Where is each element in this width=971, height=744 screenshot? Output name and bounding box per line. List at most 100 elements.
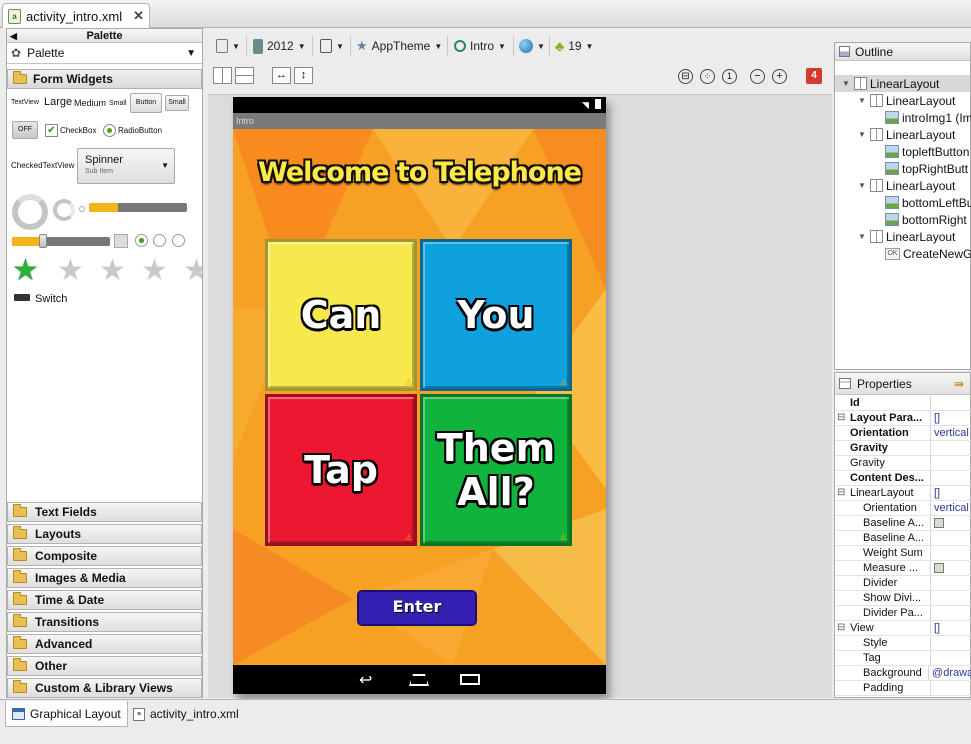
checkbox-icon[interactable] — [934, 518, 944, 528]
property-row[interactable]: Show Divi... — [835, 591, 971, 606]
property-value[interactable] — [931, 681, 934, 695]
property-value[interactable]: [] — [931, 486, 940, 500]
widget-small-button[interactable]: Small — [165, 95, 189, 111]
layout-horizontal-icon[interactable] — [213, 67, 232, 84]
zoom-in-icon[interactable]: + — [772, 69, 787, 84]
progress-medium-icon[interactable] — [53, 199, 75, 221]
property-row[interactable]: Measure ... — [835, 561, 971, 576]
property-value[interactable]: @drawa — [929, 666, 971, 680]
close-icon[interactable]: ✕ — [133, 8, 144, 24]
locale-chooser[interactable]: ▼ — [519, 37, 545, 55]
property-value[interactable] — [931, 531, 934, 545]
error-count-badge[interactable]: 4 — [806, 68, 822, 84]
property-row[interactable]: Baseline A... — [835, 531, 971, 546]
radio-off-icon[interactable] — [153, 234, 166, 247]
tree-item[interactable]: topRightButt — [885, 160, 968, 177]
zoom-fit-icon[interactable]: ⊟ — [678, 69, 693, 84]
category-text-fields[interactable]: Text Fields — [7, 502, 202, 522]
back-icon[interactable]: ↩ — [359, 670, 372, 690]
seekbar-thumb[interactable] — [39, 234, 47, 248]
property-value[interactable] — [931, 471, 934, 485]
property-value[interactable] — [931, 561, 944, 575]
property-row[interactable]: View[] ⊟ — [835, 621, 971, 636]
widget-button[interactable]: Button — [130, 93, 162, 113]
tree-item[interactable]: ▼ LinearLayout — [857, 228, 955, 245]
property-row[interactable]: Orientation vertical — [835, 426, 971, 441]
property-value[interactable] — [931, 456, 934, 470]
property-row[interactable]: Content Des... — [835, 471, 971, 486]
file-tab[interactable]: a activity_intro.xml ✕ — [2, 3, 150, 28]
expand-icon[interactable]: ▼ — [857, 232, 867, 241]
home-icon[interactable] — [409, 674, 429, 686]
property-value[interactable] — [931, 516, 944, 530]
progress-large-icon[interactable] — [12, 194, 48, 230]
property-row[interactable]: Background @drawa — [835, 666, 971, 681]
property-row[interactable]: Style — [835, 636, 971, 651]
collapse-left-icon[interactable]: ◀ — [10, 29, 17, 43]
property-value[interactable] — [931, 576, 934, 590]
widget-medium-text[interactable]: Medium — [74, 98, 106, 108]
category-composite[interactable]: Composite — [7, 546, 202, 566]
star-empty-icon[interactable]: ★ — [99, 255, 126, 287]
palette-selector[interactable]: ✿ Palette ▼ — [7, 43, 202, 64]
expand-icon[interactable]: ▼ — [857, 96, 867, 105]
category-custom-library-views[interactable]: Custom & Library Views — [7, 678, 202, 698]
category-images-media[interactable]: Images & Media — [7, 568, 202, 588]
fill-width-icon[interactable]: ↔ — [272, 67, 291, 84]
seekbar-track[interactable] — [12, 237, 110, 246]
expand-icon[interactable]: ⊟ — [837, 486, 845, 500]
property-value[interactable] — [931, 546, 934, 560]
quickcontact-icon[interactable] — [114, 234, 128, 248]
zoom-real-icon[interactable]: ⁘ — [700, 69, 715, 84]
property-row[interactable]: Gravity — [835, 441, 971, 456]
widget-textview[interactable]: TextView — [11, 99, 39, 106]
category-advanced[interactable]: Advanced — [7, 634, 202, 654]
tree-item[interactable]: ▼ LinearLayout — [857, 177, 955, 194]
radio-off-icon[interactable] — [172, 234, 185, 247]
property-row[interactable]: Baseline A... — [835, 516, 971, 531]
checkbox-icon[interactable]: ✔ — [45, 124, 58, 137]
tree-item[interactable]: bottomLeftBu — [885, 194, 971, 211]
expand-icon[interactable]: ⊟ — [837, 621, 845, 635]
star-empty-icon[interactable]: ★ — [141, 255, 168, 287]
expand-icon[interactable]: ▼ — [841, 79, 851, 88]
expand-icon[interactable]: ▼ — [857, 181, 867, 190]
tree-item[interactable]: ▼ LinearLayout — [857, 126, 955, 143]
category-time-date[interactable]: Time & Date — [7, 590, 202, 610]
category-transitions[interactable]: Transitions — [7, 612, 202, 632]
tree-item-root[interactable]: ▼ LinearLayout — [835, 75, 970, 92]
category-other[interactable]: Other — [7, 656, 202, 676]
property-value[interactable] — [931, 591, 934, 605]
property-value[interactable] — [931, 636, 934, 650]
progress-small-icon[interactable] — [79, 206, 85, 212]
property-row[interactable]: Divider — [835, 576, 971, 591]
tree-item[interactable]: OKCreateNewGa — [885, 245, 971, 262]
zoom-100-icon[interactable]: 1 — [722, 69, 737, 84]
property-row[interactable]: Padding — [835, 681, 971, 696]
property-value[interactable] — [931, 651, 934, 665]
property-row[interactable]: Weight Sum — [835, 546, 971, 561]
zoom-out-icon[interactable]: − — [750, 69, 765, 84]
orientation-chooser[interactable]: ▼ — [320, 37, 344, 55]
layout-vertical-icon[interactable] — [235, 67, 254, 84]
category-form-widgets[interactable]: Form Widgets — [7, 69, 202, 89]
tab-graphical-layout[interactable]: Graphical Layout — [5, 701, 128, 727]
property-value[interactable] — [931, 606, 934, 620]
radio-on-icon[interactable] — [135, 234, 148, 247]
bottom-left-button[interactable]: Tap ⚠ — [265, 394, 417, 546]
recents-icon[interactable] — [460, 674, 480, 685]
enter-button[interactable]: Enter — [357, 590, 477, 626]
widget-small-text[interactable]: Small — [109, 100, 127, 107]
property-value[interactable]: [] — [931, 621, 940, 635]
property-value[interactable] — [931, 396, 934, 410]
property-row[interactable]: Layout Para...[] ⊟ — [835, 411, 971, 426]
property-row[interactable]: Orientation vertical — [835, 501, 971, 516]
expand-icon[interactable]: ▼ — [857, 130, 867, 139]
widget-checkedtextview[interactable]: CheckedTextView — [11, 161, 74, 170]
top-right-button[interactable]: You ⚠ — [420, 239, 572, 391]
activity-chooser[interactable]: Intro ▼ — [454, 37, 506, 55]
tree-item[interactable]: ▼ LinearLayout — [857, 92, 955, 109]
fill-height-icon[interactable]: ↕ — [294, 67, 313, 84]
category-layouts[interactable]: Layouts — [7, 524, 202, 544]
tree-item[interactable]: introImg1 (Im — [885, 109, 971, 126]
